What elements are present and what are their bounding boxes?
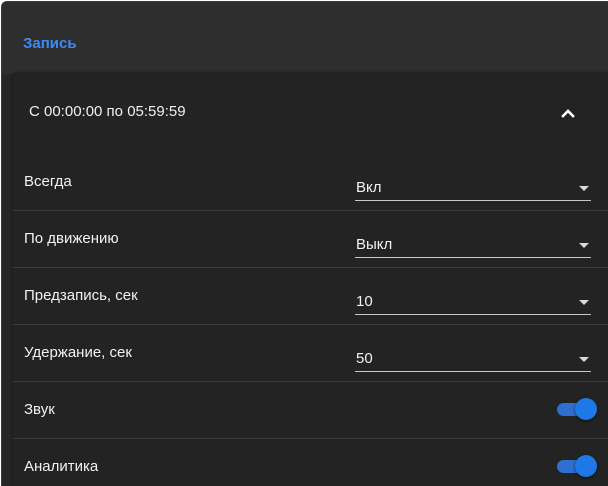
hold-select[interactable]: 50 [355,343,591,372]
setting-label-hold: Удержание, сек [24,344,132,361]
analytics-toggle-thumb [575,455,597,477]
setting-row-hold: Удержание, сек 50 [13,325,608,382]
analytics-toggle[interactable] [555,455,599,477]
setting-row-always: Всегда Вкл [13,154,608,211]
sound-toggle[interactable] [555,398,599,420]
dropdown-arrow-icon [579,186,589,191]
dropdown-arrow-icon [579,243,589,248]
dropdown-arrow-icon [579,300,589,305]
schedule-panel: С 00:00:00 по 05:59:59 Всегда Вкл По дви… [13,74,608,486]
recording-settings-window: Запись С 00:00:00 по 05:59:59 Всегда Вкл [0,0,608,486]
setting-label-analytics: Аналитика [24,458,99,475]
prerecord-select[interactable]: 10 [355,286,591,315]
section-title: Запись [23,35,77,52]
setting-label-prerecord: Предзапись, сек [24,287,138,304]
prerecord-select-value: 10 [356,293,373,310]
setting-label-sound: Звук [24,401,55,418]
collapse-button[interactable] [551,96,585,130]
dropdown-arrow-icon [579,357,589,362]
motion-select[interactable]: Выкл [355,229,591,258]
setting-label-always: Всегда [24,173,72,190]
setting-label-motion: По движению [24,230,119,247]
always-select[interactable]: Вкл [355,172,591,201]
always-select-value: Вкл [356,179,382,196]
setting-row-prerecord: Предзапись, сек 10 [13,268,608,325]
recording-card: Запись С 00:00:00 по 05:59:59 Всегда Вкл [1,1,608,486]
chevron-up-icon [561,109,575,118]
setting-row-sound: Звук [13,382,608,439]
sound-toggle-thumb [575,398,597,420]
section-header: Запись [2,2,608,74]
setting-row-analytics: Аналитика [13,439,608,486]
setting-row-motion: По движению Выкл [13,211,608,268]
schedule-range-label: С 00:00:00 по 05:59:59 [29,103,186,120]
schedule-range-header[interactable]: С 00:00:00 по 05:59:59 [13,74,608,152]
hold-select-value: 50 [356,350,373,367]
motion-select-value: Выкл [356,236,393,253]
